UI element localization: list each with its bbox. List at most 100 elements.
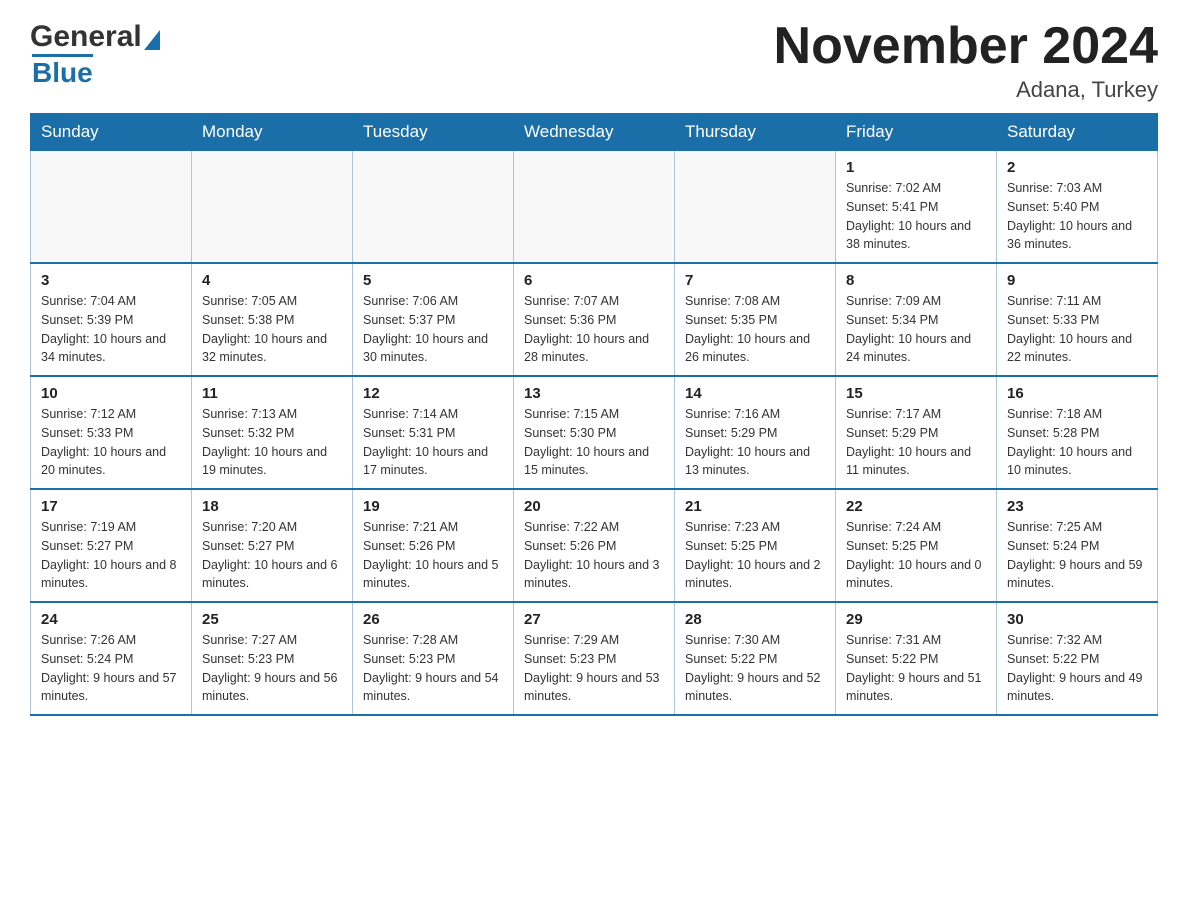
- day-info: Sunrise: 7:16 AMSunset: 5:29 PMDaylight:…: [685, 405, 825, 480]
- column-header-tuesday: Tuesday: [353, 114, 514, 151]
- week-row-1: 1Sunrise: 7:02 AMSunset: 5:41 PMDaylight…: [31, 151, 1158, 264]
- day-info: Sunrise: 7:17 AMSunset: 5:29 PMDaylight:…: [846, 405, 986, 480]
- calendar-cell: 4 Sunrise: 7:05 AMSunset: 5:38 PMDaylight…: [192, 263, 353, 376]
- day-number: 26: [363, 611, 503, 628]
- column-header-thursday: Thursday: [675, 114, 836, 151]
- calendar-cell: 1Sunrise: 7:02 AMSunset: 5:41 PMDaylight…: [836, 151, 997, 264]
- day-number: 25: [202, 611, 342, 628]
- calendar-cell: 26 Sunrise: 7:28 AMSunset: 5:23 PMDayligh…: [353, 602, 514, 715]
- calendar-cell: 19 Sunrise: 7:21 AMSunset: 5:26 PMDayligh…: [353, 489, 514, 602]
- day-number: 23: [1007, 498, 1147, 515]
- day-info: Sunrise: 7:23 AMSunset: 5:25 PMDaylight:…: [685, 518, 825, 593]
- calendar-cell: 27 Sunrise: 7:29 AMSunset: 5:23 PMDayligh…: [514, 602, 675, 715]
- day-number: 30: [1007, 611, 1147, 628]
- day-number: 20: [524, 498, 664, 515]
- day-info: Sunrise: 7:03 AMSunset: 5:40 PMDaylight:…: [1007, 179, 1147, 254]
- calendar-cell: [192, 151, 353, 264]
- calendar-body: 1Sunrise: 7:02 AMSunset: 5:41 PMDaylight…: [31, 151, 1158, 716]
- week-row-5: 24 Sunrise: 7:26 AMSunset: 5:24 PMDayligh…: [31, 602, 1158, 715]
- calendar-cell: 10Sunrise: 7:12 AMSunset: 5:33 PMDayligh…: [31, 376, 192, 489]
- day-number: 17: [41, 498, 181, 515]
- day-info: Sunrise: 7:19 AMSunset: 5:27 PMDaylight:…: [41, 518, 181, 593]
- day-number: 12: [363, 385, 503, 402]
- location: Adana, Turkey: [774, 77, 1158, 103]
- day-info: Sunrise: 7:05 AMSunset: 5:38 PMDaylight:…: [202, 292, 342, 367]
- day-number: 27: [524, 611, 664, 628]
- day-number: 13: [524, 385, 664, 402]
- calendar-cell: 29 Sunrise: 7:31 AMSunset: 5:22 PMDayligh…: [836, 602, 997, 715]
- day-info: Sunrise: 7:18 AMSunset: 5:28 PMDaylight:…: [1007, 405, 1147, 480]
- day-number: 14: [685, 385, 825, 402]
- calendar-cell: 17 Sunrise: 7:19 AMSunset: 5:27 PMDayligh…: [31, 489, 192, 602]
- calendar-cell: 6 Sunrise: 7:07 AMSunset: 5:36 PMDaylight…: [514, 263, 675, 376]
- day-number: 4: [202, 272, 342, 289]
- calendar-cell: [514, 151, 675, 264]
- day-info: Sunrise: 7:22 AMSunset: 5:26 PMDaylight:…: [524, 518, 664, 593]
- day-info: Sunrise: 7:08 AMSunset: 5:35 PMDaylight:…: [685, 292, 825, 367]
- title-area: November 2024 Adana, Turkey: [774, 20, 1158, 103]
- column-header-friday: Friday: [836, 114, 997, 151]
- day-number: 1: [846, 159, 986, 176]
- column-header-monday: Monday: [192, 114, 353, 151]
- day-info: Sunrise: 7:14 AMSunset: 5:31 PMDaylight:…: [363, 405, 503, 480]
- day-number: 2: [1007, 159, 1147, 176]
- calendar-cell: 3Sunrise: 7:04 AMSunset: 5:39 PMDaylight…: [31, 263, 192, 376]
- calendar-cell: 24 Sunrise: 7:26 AMSunset: 5:24 PMDayligh…: [31, 602, 192, 715]
- logo-blue-text: Blue: [32, 54, 93, 89]
- day-info: Sunrise: 7:15 AMSunset: 5:30 PMDaylight:…: [524, 405, 664, 480]
- calendar-cell: 14 Sunrise: 7:16 AMSunset: 5:29 PMDayligh…: [675, 376, 836, 489]
- day-number: 29: [846, 611, 986, 628]
- logo-general-text: General: [30, 20, 142, 54]
- calendar-cell: 23Sunrise: 7:25 AMSunset: 5:24 PMDayligh…: [997, 489, 1158, 602]
- day-number: 21: [685, 498, 825, 515]
- calendar-cell: 30 Sunrise: 7:32 AMSunset: 5:22 PMDayligh…: [997, 602, 1158, 715]
- day-number: 9: [1007, 272, 1147, 289]
- day-number: 22: [846, 498, 986, 515]
- day-number: 11: [202, 385, 342, 402]
- day-info: Sunrise: 7:11 AMSunset: 5:33 PMDaylight:…: [1007, 292, 1147, 367]
- day-info: Sunrise: 7:07 AMSunset: 5:36 PMDaylight:…: [524, 292, 664, 367]
- day-number: 7: [685, 272, 825, 289]
- day-info: Sunrise: 7:31 AMSunset: 5:22 PMDaylight:…: [846, 631, 986, 706]
- calendar-cell: 2 Sunrise: 7:03 AMSunset: 5:40 PMDaylight…: [997, 151, 1158, 264]
- calendar-cell: 11 Sunrise: 7:13 AMSunset: 5:32 PMDayligh…: [192, 376, 353, 489]
- month-title: November 2024: [774, 20, 1158, 72]
- day-info: Sunrise: 7:09 AMSunset: 5:34 PMDaylight:…: [846, 292, 986, 367]
- calendar-header: SundayMondayTuesdayWednesdayThursdayFrid…: [31, 114, 1158, 151]
- day-number: 19: [363, 498, 503, 515]
- calendar-cell: 5Sunrise: 7:06 AMSunset: 5:37 PMDaylight…: [353, 263, 514, 376]
- calendar-cell: 15Sunrise: 7:17 AMSunset: 5:29 PMDayligh…: [836, 376, 997, 489]
- day-info: Sunrise: 7:21 AMSunset: 5:26 PMDaylight:…: [363, 518, 503, 593]
- calendar-table: SundayMondayTuesdayWednesdayThursdayFrid…: [30, 113, 1158, 716]
- week-row-4: 17 Sunrise: 7:19 AMSunset: 5:27 PMDayligh…: [31, 489, 1158, 602]
- column-header-saturday: Saturday: [997, 114, 1158, 151]
- day-info: Sunrise: 7:24 AMSunset: 5:25 PMDaylight:…: [846, 518, 986, 593]
- calendar-cell: 7 Sunrise: 7:08 AMSunset: 5:35 PMDaylight…: [675, 263, 836, 376]
- day-number: 24: [41, 611, 181, 628]
- day-number: 28: [685, 611, 825, 628]
- week-row-2: 3Sunrise: 7:04 AMSunset: 5:39 PMDaylight…: [31, 263, 1158, 376]
- day-info: Sunrise: 7:06 AMSunset: 5:37 PMDaylight:…: [363, 292, 503, 367]
- day-info: Sunrise: 7:30 AMSunset: 5:22 PMDaylight:…: [685, 631, 825, 706]
- day-info: Sunrise: 7:20 AMSunset: 5:27 PMDaylight:…: [202, 518, 342, 593]
- calendar-cell: 16Sunrise: 7:18 AMSunset: 5:28 PMDayligh…: [997, 376, 1158, 489]
- calendar-cell: 8Sunrise: 7:09 AMSunset: 5:34 PMDaylight…: [836, 263, 997, 376]
- column-header-sunday: Sunday: [31, 114, 192, 151]
- day-info: Sunrise: 7:28 AMSunset: 5:23 PMDaylight:…: [363, 631, 503, 706]
- calendar-cell: 22 Sunrise: 7:24 AMSunset: 5:25 PMDayligh…: [836, 489, 997, 602]
- day-number: 6: [524, 272, 664, 289]
- calendar-cell: 13 Sunrise: 7:15 AMSunset: 5:30 PMDayligh…: [514, 376, 675, 489]
- calendar-cell: 9 Sunrise: 7:11 AMSunset: 5:33 PMDaylight…: [997, 263, 1158, 376]
- calendar-cell: 21 Sunrise: 7:23 AMSunset: 5:25 PMDayligh…: [675, 489, 836, 602]
- day-info: Sunrise: 7:13 AMSunset: 5:32 PMDaylight:…: [202, 405, 342, 480]
- day-info: Sunrise: 7:04 AMSunset: 5:39 PMDaylight:…: [41, 292, 181, 367]
- calendar-cell: [353, 151, 514, 264]
- day-info: Sunrise: 7:32 AMSunset: 5:22 PMDaylight:…: [1007, 631, 1147, 706]
- calendar-cell: [675, 151, 836, 264]
- column-header-wednesday: Wednesday: [514, 114, 675, 151]
- week-row-3: 10Sunrise: 7:12 AMSunset: 5:33 PMDayligh…: [31, 376, 1158, 489]
- logo-triangle-icon: [144, 30, 160, 50]
- day-info: Sunrise: 7:26 AMSunset: 5:24 PMDaylight:…: [41, 631, 181, 706]
- day-info: Sunrise: 7:29 AMSunset: 5:23 PMDaylight:…: [524, 631, 664, 706]
- day-info: Sunrise: 7:27 AMSunset: 5:23 PMDaylight:…: [202, 631, 342, 706]
